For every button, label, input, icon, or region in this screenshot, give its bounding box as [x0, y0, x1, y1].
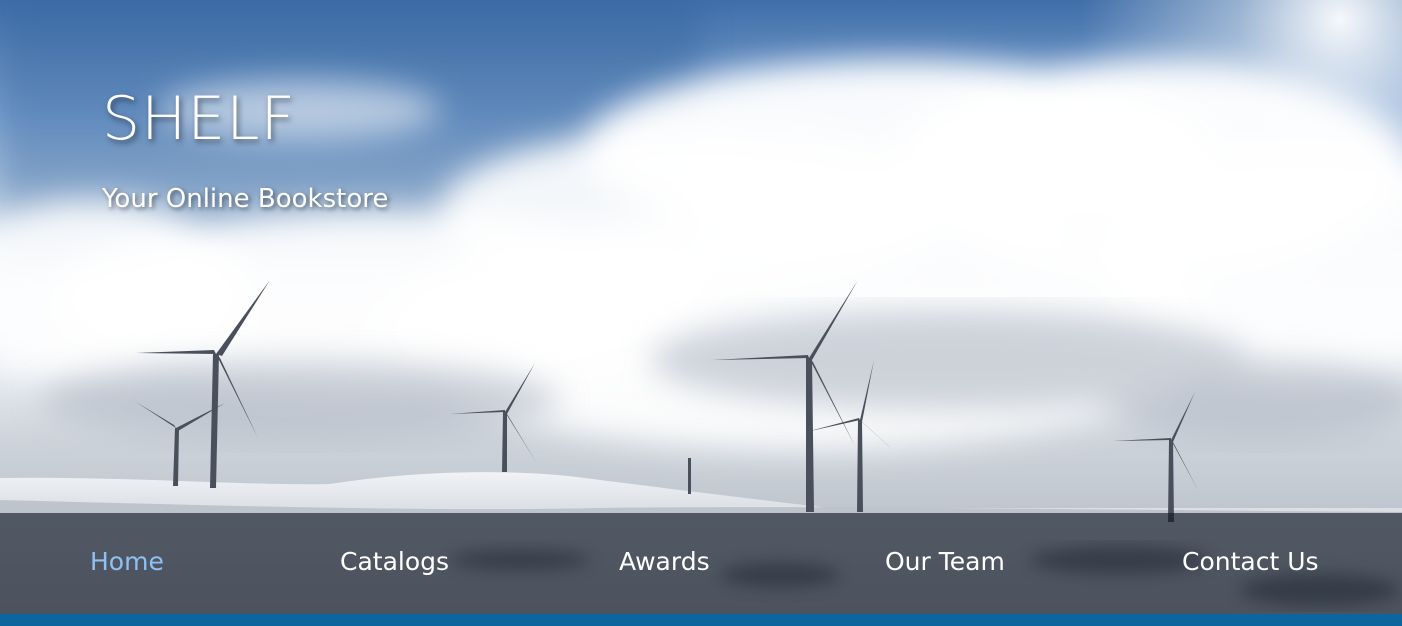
hero-banner: SHELF Your Online Bookstore Home Catalog… [0, 0, 1402, 614]
nav-item-our-team[interactable]: Our Team [885, 547, 1005, 576]
site-title: SHELF [102, 84, 297, 154]
nav-item-awards[interactable]: Awards [619, 547, 710, 576]
main-navigation: Home Catalogs Awards Our Team Contact Us [0, 513, 1402, 614]
nav-item-home[interactable]: Home [90, 547, 164, 576]
nav-item-contact-us[interactable]: Contact Us [1182, 547, 1319, 576]
site-tagline: Your Online Bookstore [102, 184, 389, 214]
nav-item-catalogs[interactable]: Catalogs [340, 547, 449, 576]
footer-accent-bar [0, 614, 1402, 626]
